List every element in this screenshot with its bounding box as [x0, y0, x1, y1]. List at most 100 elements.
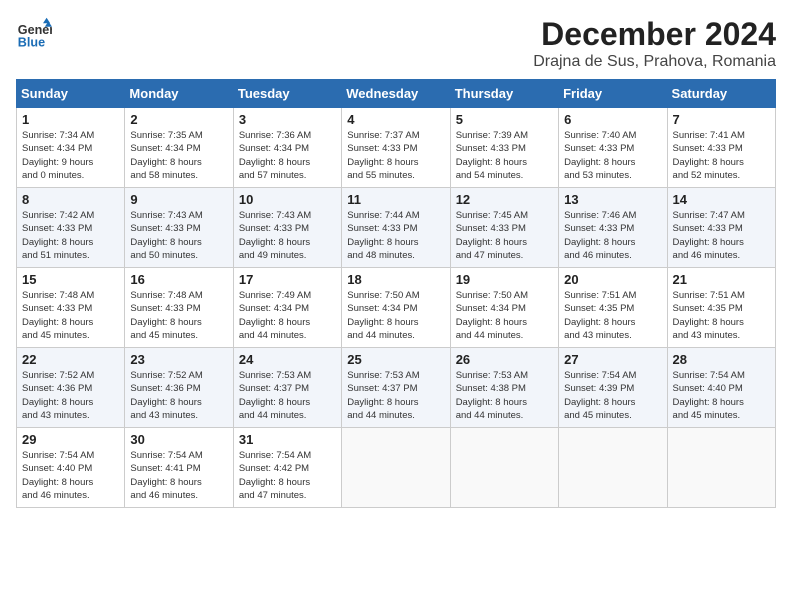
day-info: Sunrise: 7:36 AM Sunset: 4:34 PM Dayligh…	[239, 129, 336, 182]
day-number: 17	[239, 272, 336, 287]
day-info: Sunrise: 7:54 AM Sunset: 4:42 PM Dayligh…	[239, 449, 336, 502]
day-number: 16	[130, 272, 227, 287]
calendar-day-cell: 5 Sunrise: 7:39 AM Sunset: 4:33 PM Daylig…	[450, 108, 558, 188]
calendar-day-cell: 19Sunrise: 7:50 AM Sunset: 4:34 PM Dayli…	[450, 268, 558, 348]
calendar-day-cell: 25 Sunrise: 7:53 AM Sunset: 4:37 PM Dayli…	[342, 348, 450, 428]
day-number: 4	[347, 112, 444, 127]
page-subtitle: Drajna de Sus, Prahova, Romania	[533, 53, 776, 71]
day-number: 3	[239, 112, 336, 127]
calendar-week-row: 29Sunrise: 7:54 AM Sunset: 4:40 PM Dayli…	[17, 428, 776, 508]
day-number: 19	[456, 272, 553, 287]
calendar-day-cell: 15 Sunrise: 7:48 AM Sunset: 4:33 PM Dayli…	[17, 268, 125, 348]
day-info: Sunrise: 7:46 AM Sunset: 4:33 PM Dayligh…	[564, 209, 661, 262]
calendar-day-cell: 26 Sunrise: 7:53 AM Sunset: 4:38 PM Dayli…	[450, 348, 558, 428]
calendar-day-cell: 8 Sunrise: 7:42 AM Sunset: 4:33 PM Daylig…	[17, 188, 125, 268]
day-number: 12	[456, 192, 553, 207]
calendar-day-cell: 18Sunrise: 7:50 AM Sunset: 4:34 PM Dayli…	[342, 268, 450, 348]
day-number: 30	[130, 432, 227, 447]
day-number: 6	[564, 112, 661, 127]
day-info: Sunrise: 7:42 AM Sunset: 4:33 PM Dayligh…	[22, 209, 119, 262]
logo: General Blue	[16, 16, 52, 52]
day-number: 24	[239, 352, 336, 367]
day-number: 2	[130, 112, 227, 127]
day-number: 1	[22, 112, 119, 127]
weekday-header-cell: Friday	[559, 80, 667, 108]
day-number: 28	[673, 352, 770, 367]
day-info: Sunrise: 7:40 AM Sunset: 4:33 PM Dayligh…	[564, 129, 661, 182]
calendar-table: SundayMondayTuesdayWednesdayThursdayFrid…	[16, 79, 776, 508]
day-number: 31	[239, 432, 336, 447]
day-number: 25	[347, 352, 444, 367]
day-number: 9	[130, 192, 227, 207]
calendar-day-cell: 11 Sunrise: 7:44 AM Sunset: 4:33 PM Dayli…	[342, 188, 450, 268]
day-info: Sunrise: 7:37 AM Sunset: 4:33 PM Dayligh…	[347, 129, 444, 182]
day-info: Sunrise: 7:43 AM Sunset: 4:33 PM Dayligh…	[130, 209, 227, 262]
day-number: 10	[239, 192, 336, 207]
logo-icon: General Blue	[16, 16, 52, 52]
page-title: December 2024	[533, 16, 776, 53]
day-info: Sunrise: 7:54 AM Sunset: 4:40 PM Dayligh…	[22, 449, 119, 502]
calendar-day-cell: 22Sunrise: 7:52 AM Sunset: 4:36 PM Dayli…	[17, 348, 125, 428]
day-info: Sunrise: 7:44 AM Sunset: 4:33 PM Dayligh…	[347, 209, 444, 262]
weekday-header-cell: Thursday	[450, 80, 558, 108]
title-area: December 2024 Drajna de Sus, Prahova, Ro…	[533, 16, 776, 71]
day-info: Sunrise: 7:48 AM Sunset: 4:33 PM Dayligh…	[22, 289, 119, 342]
day-info: Sunrise: 7:53 AM Sunset: 4:37 PM Dayligh…	[239, 369, 336, 422]
day-number: 14	[673, 192, 770, 207]
weekday-header-cell: Wednesday	[342, 80, 450, 108]
calendar-day-cell: 6 Sunrise: 7:40 AM Sunset: 4:33 PM Daylig…	[559, 108, 667, 188]
day-info: Sunrise: 7:43 AM Sunset: 4:33 PM Dayligh…	[239, 209, 336, 262]
calendar-day-cell: 30 Sunrise: 7:54 AM Sunset: 4:41 PM Dayli…	[125, 428, 233, 508]
day-info: Sunrise: 7:39 AM Sunset: 4:33 PM Dayligh…	[456, 129, 553, 182]
day-number: 7	[673, 112, 770, 127]
calendar-day-cell	[342, 428, 450, 508]
day-info: Sunrise: 7:54 AM Sunset: 4:39 PM Dayligh…	[564, 369, 661, 422]
calendar-day-cell: 31 Sunrise: 7:54 AM Sunset: 4:42 PM Dayli…	[233, 428, 341, 508]
calendar-day-cell: 23Sunrise: 7:52 AM Sunset: 4:36 PM Dayli…	[125, 348, 233, 428]
day-info: Sunrise: 7:54 AM Sunset: 4:41 PM Dayligh…	[130, 449, 227, 502]
day-number: 20	[564, 272, 661, 287]
day-number: 27	[564, 352, 661, 367]
calendar-week-row: 22Sunrise: 7:52 AM Sunset: 4:36 PM Dayli…	[17, 348, 776, 428]
svg-text:Blue: Blue	[18, 36, 45, 50]
calendar-day-cell: 12Sunrise: 7:45 AM Sunset: 4:33 PM Dayli…	[450, 188, 558, 268]
day-number: 8	[22, 192, 119, 207]
calendar-day-cell: 28 Sunrise: 7:54 AM Sunset: 4:40 PM Dayli…	[667, 348, 775, 428]
day-number: 26	[456, 352, 553, 367]
header: General Blue December 2024 Drajna de Sus…	[16, 16, 776, 71]
day-info: Sunrise: 7:34 AM Sunset: 4:34 PM Dayligh…	[22, 129, 119, 182]
calendar-day-cell: 4 Sunrise: 7:37 AM Sunset: 4:33 PM Daylig…	[342, 108, 450, 188]
day-number: 11	[347, 192, 444, 207]
weekday-header-cell: Tuesday	[233, 80, 341, 108]
calendar-day-cell: 10 Sunrise: 7:43 AM Sunset: 4:33 PM Dayli…	[233, 188, 341, 268]
day-info: Sunrise: 7:53 AM Sunset: 4:38 PM Dayligh…	[456, 369, 553, 422]
day-info: Sunrise: 7:53 AM Sunset: 4:37 PM Dayligh…	[347, 369, 444, 422]
day-number: 13	[564, 192, 661, 207]
day-info: Sunrise: 7:48 AM Sunset: 4:33 PM Dayligh…	[130, 289, 227, 342]
day-number: 5	[456, 112, 553, 127]
calendar-day-cell: 21 Sunrise: 7:51 AM Sunset: 4:35 PM Dayli…	[667, 268, 775, 348]
day-info: Sunrise: 7:54 AM Sunset: 4:40 PM Dayligh…	[673, 369, 770, 422]
weekday-header-cell: Saturday	[667, 80, 775, 108]
day-info: Sunrise: 7:41 AM Sunset: 4:33 PM Dayligh…	[673, 129, 770, 182]
calendar-day-cell: 20 Sunrise: 7:51 AM Sunset: 4:35 PM Dayli…	[559, 268, 667, 348]
day-info: Sunrise: 7:51 AM Sunset: 4:35 PM Dayligh…	[564, 289, 661, 342]
day-number: 15	[22, 272, 119, 287]
day-number: 21	[673, 272, 770, 287]
day-number: 23	[130, 352, 227, 367]
day-info: Sunrise: 7:47 AM Sunset: 4:33 PM Dayligh…	[673, 209, 770, 262]
day-info: Sunrise: 7:35 AM Sunset: 4:34 PM Dayligh…	[130, 129, 227, 182]
calendar-day-cell	[667, 428, 775, 508]
calendar-day-cell	[559, 428, 667, 508]
weekday-header-row: SundayMondayTuesdayWednesdayThursdayFrid…	[17, 80, 776, 108]
calendar-day-cell: 24 Sunrise: 7:53 AM Sunset: 4:37 PM Dayli…	[233, 348, 341, 428]
calendar-day-cell: 9 Sunrise: 7:43 AM Sunset: 4:33 PM Daylig…	[125, 188, 233, 268]
calendar-week-row: 15 Sunrise: 7:48 AM Sunset: 4:33 PM Dayli…	[17, 268, 776, 348]
day-info: Sunrise: 7:51 AM Sunset: 4:35 PM Dayligh…	[673, 289, 770, 342]
calendar-day-cell: 13 Sunrise: 7:46 AM Sunset: 4:33 PM Dayli…	[559, 188, 667, 268]
day-info: Sunrise: 7:50 AM Sunset: 4:34 PM Dayligh…	[347, 289, 444, 342]
calendar-day-cell: 27 Sunrise: 7:54 AM Sunset: 4:39 PM Dayli…	[559, 348, 667, 428]
calendar-day-cell: 1 Sunrise: 7:34 AM Sunset: 4:34 PM Daylig…	[17, 108, 125, 188]
calendar-day-cell: 7 Sunrise: 7:41 AM Sunset: 4:33 PM Daylig…	[667, 108, 775, 188]
calendar-week-row: 8 Sunrise: 7:42 AM Sunset: 4:33 PM Daylig…	[17, 188, 776, 268]
